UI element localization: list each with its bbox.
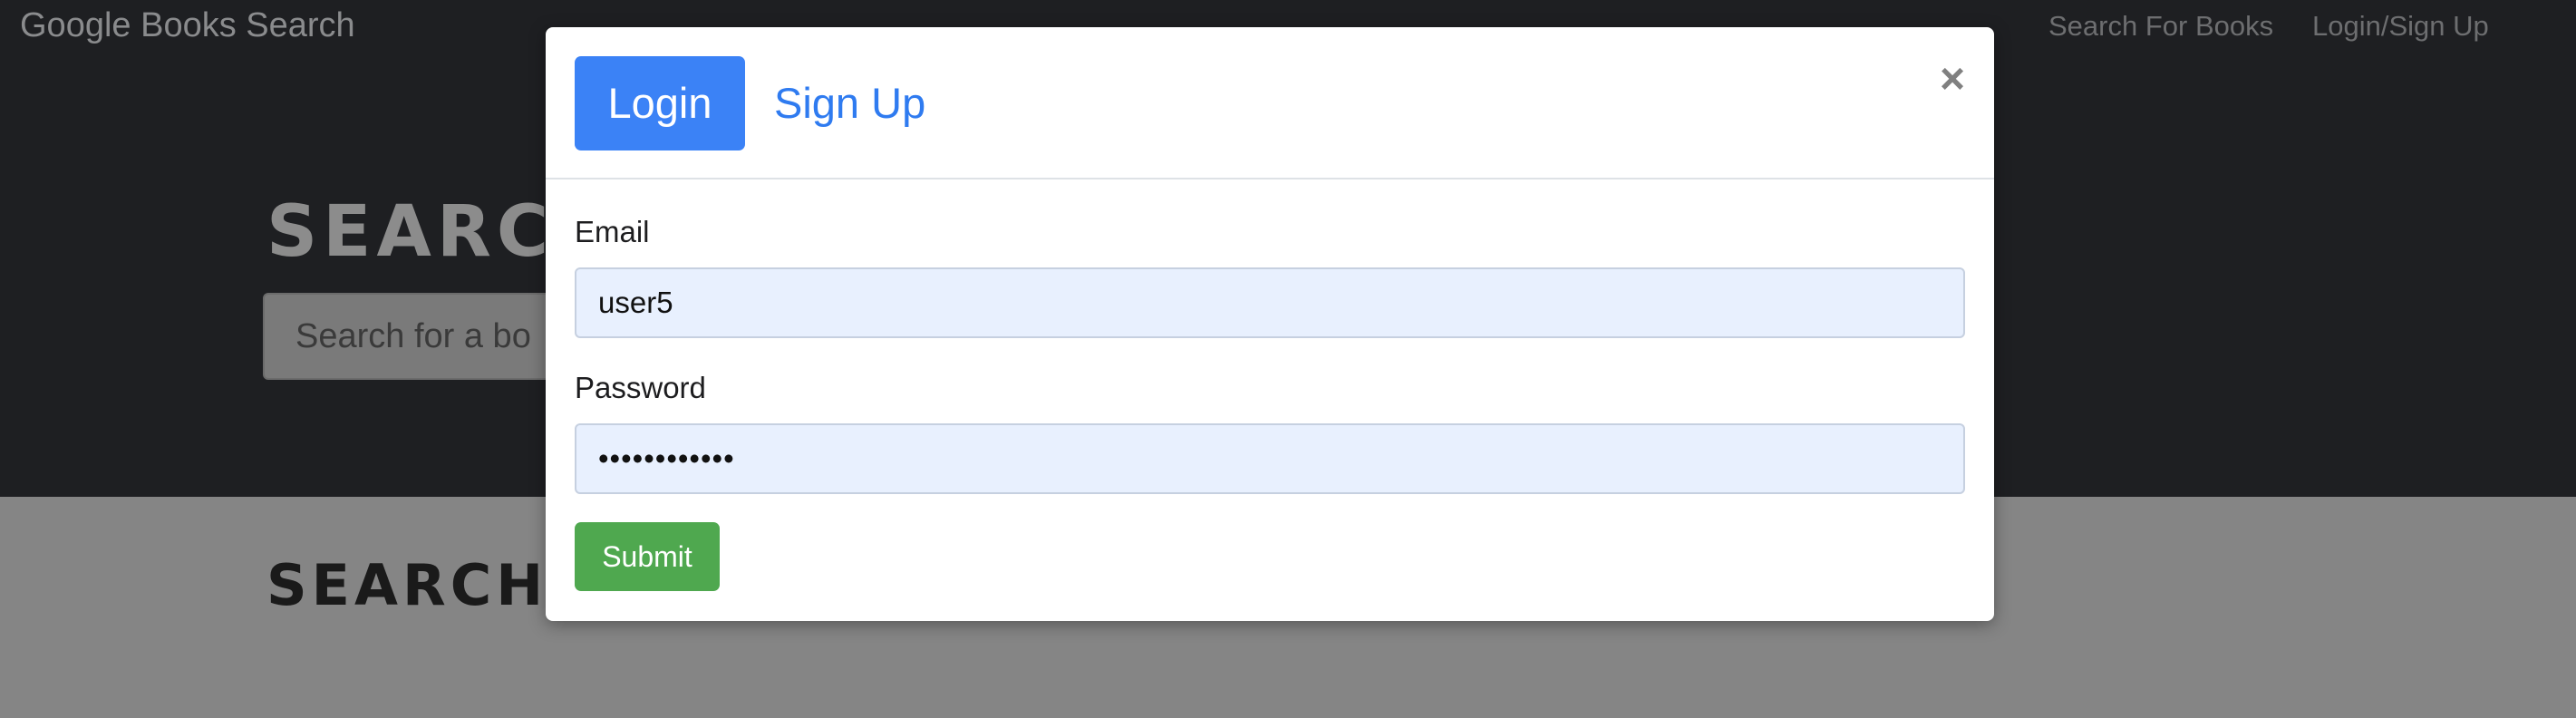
hero-title: SEARC xyxy=(266,191,555,273)
close-icon[interactable]: × xyxy=(1934,54,1971,105)
login-modal: Login Sign Up × Email user5 Password •••… xyxy=(546,27,1994,621)
tab-signup[interactable]: Sign Up xyxy=(774,56,925,150)
nav-link-search-for-books[interactable]: Search For Books xyxy=(2048,9,2273,44)
navbar-brand[interactable]: Google Books Search xyxy=(20,5,355,45)
modal-header: Login Sign Up × xyxy=(546,27,1994,180)
results-title: SEARCH xyxy=(266,552,548,618)
tab-login[interactable]: Login xyxy=(575,56,745,150)
nav-link-login-signup[interactable]: Login/Sign Up xyxy=(2312,9,2489,44)
email-label: Email xyxy=(575,215,650,248)
password-label: Password xyxy=(575,371,706,404)
submit-button[interactable]: Submit xyxy=(575,522,720,591)
email-field[interactable]: user5 xyxy=(575,267,1965,338)
password-field[interactable]: •••••••••••• xyxy=(575,423,1965,494)
